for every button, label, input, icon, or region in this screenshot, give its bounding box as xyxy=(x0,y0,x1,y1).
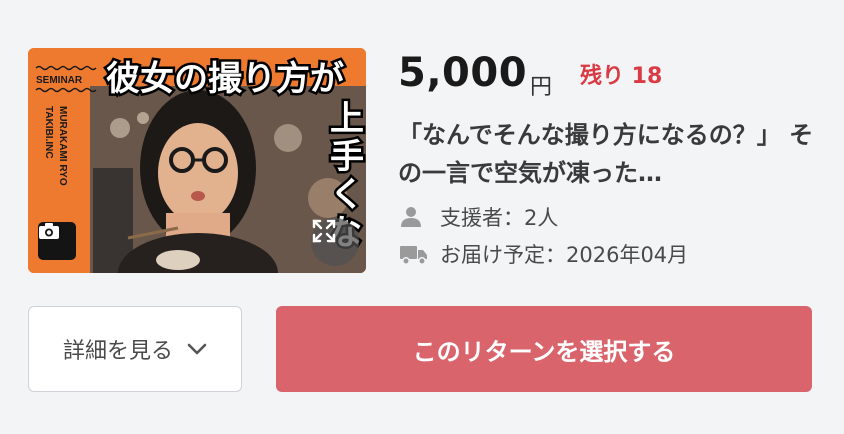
truck-icon xyxy=(400,243,430,265)
reward-title: 「なんでそんな撮り方になるの？」 その一言で空気が凍った… xyxy=(398,121,814,187)
thumbnail-headline: 彼女の撮り方が xyxy=(106,59,344,98)
expand-icon xyxy=(312,219,336,243)
delivery-row: お届け予定：2026年04月 xyxy=(400,239,688,269)
camera-badge xyxy=(38,222,76,260)
backers-row: 支援者：2人 xyxy=(400,202,558,232)
reward-thumbnail[interactable]: 彼女の撮り方が 上 手 く な SEMINAR TAKIBI.INC MURAK… xyxy=(28,48,366,273)
person-icon xyxy=(400,206,430,228)
backers-text: 支援者：2人 xyxy=(440,206,559,230)
side-text-company: TAKIBI.INC xyxy=(43,106,54,159)
side-text-name: MURAKAMI RYO xyxy=(57,106,68,186)
expand-image-button[interactable] xyxy=(311,218,359,266)
price-currency: 円 xyxy=(530,75,553,100)
camera-icon xyxy=(39,223,59,239)
thumbnail-headline-vertical-2: 手 xyxy=(330,138,364,176)
thumbnail-headline-vertical-3: く xyxy=(330,176,364,214)
details-button[interactable]: 詳細を見る xyxy=(28,306,242,392)
delivery-text: お届け予定：2026年04月 xyxy=(440,243,689,267)
select-reward-button[interactable]: このリターンを選択する xyxy=(276,306,812,392)
remaining-count: 残り 18 xyxy=(580,64,663,89)
price-amount: 5,000 xyxy=(398,50,528,96)
seminar-label: SEMINAR xyxy=(36,75,83,86)
thumbnail-headline-vertical-1: 上 xyxy=(330,100,364,138)
chevron-down-icon xyxy=(187,343,207,355)
details-button-label: 詳細を見る xyxy=(62,339,173,364)
select-reward-label: このリターンを選択する xyxy=(412,337,676,366)
